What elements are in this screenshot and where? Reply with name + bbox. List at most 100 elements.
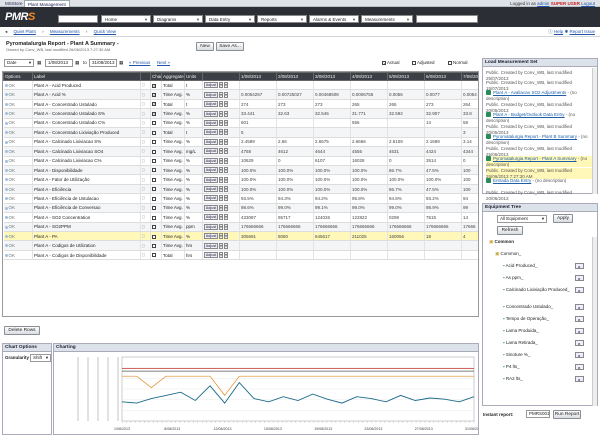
row-value[interactable]: 99.0% bbox=[350, 203, 388, 214]
checkbox-icon[interactable] bbox=[152, 187, 156, 192]
row-value[interactable]: 100.0% bbox=[424, 174, 462, 185]
info-icon[interactable]: ▯ bbox=[142, 205, 144, 210]
table-row[interactable]: OK Plant A - Disponibilidade ▯ Time Avg.% Ad… bbox=[3, 165, 478, 176]
row-chart-toggle[interactable] bbox=[150, 127, 162, 138]
row-value[interactable]: 93.5% bbox=[239, 193, 277, 204]
minus-icon[interactable]: ▾ bbox=[224, 195, 228, 202]
row-value[interactable]: 100.0% bbox=[239, 174, 277, 185]
previous-link[interactable]: « Previous bbox=[129, 59, 150, 67]
instant-report-input[interactable]: PMRS001 bbox=[526, 410, 550, 418]
row-chart-toggle[interactable] bbox=[150, 174, 162, 185]
info-icon[interactable]: ▯ bbox=[142, 120, 144, 125]
row-value[interactable] bbox=[276, 80, 314, 91]
info-icon[interactable]: ▯ bbox=[142, 252, 144, 257]
row-value[interactable] bbox=[387, 118, 425, 129]
minus-icon[interactable]: ▾ bbox=[224, 157, 228, 164]
table-row[interactable]: OK Plant A - Eficiência de Conversao ▯ Time… bbox=[3, 203, 478, 214]
row-value[interactable]: 100.0% bbox=[276, 174, 314, 185]
row-chart-toggle[interactable] bbox=[150, 165, 162, 176]
row-value[interactable]: 14 bbox=[424, 118, 462, 129]
minus-icon[interactable]: ▾ bbox=[224, 82, 228, 89]
info-icon[interactable]: ▯ bbox=[142, 129, 144, 134]
help-link[interactable]: Help bbox=[554, 29, 563, 34]
menu-reports[interactable]: Reports ▼ bbox=[257, 15, 307, 23]
row-value[interactable]: 124026 bbox=[313, 212, 351, 223]
row-value[interactable] bbox=[313, 250, 351, 261]
info-icon[interactable]: ▯ bbox=[142, 167, 144, 172]
adjust-button[interactable]: Adjust bbox=[204, 204, 218, 211]
apply-button[interactable]: Apply bbox=[553, 214, 573, 223]
table-row[interactable]: OK Plant A - Eficiência de Ustulacao ▯ Time… bbox=[3, 193, 478, 204]
col-date-1[interactable]: 1/08/2013 bbox=[239, 72, 277, 81]
table-row[interactable]: OK Plant A - Codigos de Utilization ▯ Time … bbox=[3, 240, 478, 251]
checkbox-icon[interactable] bbox=[152, 234, 156, 239]
minus-icon[interactable]: ▾ bbox=[224, 176, 228, 183]
tree-node[interactable]: ▪ P4 lts_ bbox=[503, 364, 571, 370]
row-value[interactable]: 176666666 bbox=[239, 222, 277, 233]
row-value[interactable]: 47.5% bbox=[424, 184, 462, 195]
checkbox-icon[interactable] bbox=[152, 225, 156, 230]
row-value[interactable]: 100 bbox=[461, 184, 478, 195]
row-value[interactable]: 176666666 bbox=[313, 222, 351, 233]
row-value[interactable] bbox=[313, 118, 351, 129]
row-value[interactable] bbox=[313, 240, 351, 251]
row-value[interactable]: 4758 bbox=[239, 146, 277, 157]
row-value[interactable]: 265 bbox=[387, 99, 425, 110]
plus-icon[interactable]: ▾ bbox=[219, 186, 223, 193]
minus-icon[interactable]: ▾ bbox=[224, 233, 228, 240]
minus-icon[interactable]: ▾ bbox=[224, 167, 228, 174]
crumb-quiet-plant[interactable]: Quiet Plant bbox=[14, 29, 36, 34]
row-value[interactable] bbox=[276, 118, 314, 129]
row-value[interactable]: 274 bbox=[239, 99, 277, 110]
row-value[interactable] bbox=[350, 250, 388, 261]
checkbox-icon[interactable] bbox=[152, 140, 156, 145]
row-options[interactable]: OK bbox=[3, 137, 33, 148]
row-value[interactable] bbox=[276, 127, 314, 138]
row-value[interactable]: 4612 bbox=[276, 146, 314, 157]
row-value[interactable]: 4 bbox=[461, 231, 478, 242]
row-value[interactable]: 2.1689 bbox=[424, 137, 462, 148]
adjust-button[interactable]: Adjust bbox=[204, 167, 218, 174]
row-value[interactable] bbox=[276, 240, 314, 251]
row-value[interactable]: 100.0% bbox=[387, 174, 425, 185]
tab-msstore[interactable]: MSStore bbox=[2, 0, 26, 7]
table-row[interactable]: OK Plant A - Concentrado Lixiviação Produ… bbox=[3, 127, 478, 138]
menu-alarms-events[interactable]: Alarms & Events ▼ bbox=[309, 15, 359, 23]
row-value[interactable] bbox=[239, 250, 277, 261]
plus-icon[interactable]: ▾ bbox=[219, 138, 223, 145]
logout-link[interactable]: Logout bbox=[581, 1, 595, 6]
minus-icon[interactable]: ▾ bbox=[224, 129, 228, 136]
row-value[interactable]: 8060 bbox=[276, 231, 314, 242]
plus-icon[interactable]: ▾ bbox=[219, 176, 223, 183]
plus-icon[interactable]: ▾ bbox=[219, 233, 223, 240]
checkbox-icon[interactable] bbox=[448, 60, 452, 65]
date-mode-select[interactable]: Date ▼ bbox=[4, 59, 34, 67]
row-value[interactable]: 100.0% bbox=[239, 165, 277, 176]
table-row[interactable]: OK Plant A - SO2PPM ▯ Time Avg. ppm Adjust ▾ ▾ 1… bbox=[3, 222, 478, 233]
plus-icon[interactable]: ▾ bbox=[219, 129, 223, 136]
row-value[interactable] bbox=[239, 80, 277, 91]
info-icon[interactable]: ▯ bbox=[142, 148, 144, 153]
row-value[interactable] bbox=[424, 250, 462, 261]
row-value[interactable]: 100.0% bbox=[350, 184, 388, 195]
tree-node[interactable]: ▪ Lama Retirada_ bbox=[503, 340, 571, 346]
row-value[interactable]: 100.0% bbox=[313, 174, 351, 185]
row-value[interactable]: 99.0% bbox=[387, 203, 425, 214]
adjust-button[interactable]: Adjust bbox=[204, 186, 218, 193]
row-value[interactable]: 4644 bbox=[313, 146, 351, 157]
measurement-set-item[interactable]: Plant A - Avaliacao SO2 Adjustments - (n… bbox=[486, 90, 592, 101]
info-icon[interactable]: ▯ bbox=[142, 177, 144, 182]
col-date-3[interactable]: 3/08/2013 bbox=[313, 72, 351, 81]
refresh-button[interactable]: Refresh bbox=[497, 226, 523, 235]
adjust-button[interactable]: Adjust bbox=[204, 110, 218, 117]
row-options[interactable]: OK bbox=[3, 193, 33, 204]
info-icon[interactable]: ▯ bbox=[142, 139, 144, 144]
menu-home[interactable]: Home ▼ bbox=[101, 15, 151, 23]
row-value[interactable]: 2.66 bbox=[276, 137, 314, 148]
adjust-button[interactable]: Adjust bbox=[204, 101, 218, 108]
plus-icon[interactable]: ▾ bbox=[219, 204, 223, 211]
tree-node[interactable]: ▣ Common bbox=[489, 239, 571, 245]
row-value[interactable]: 0.0056 bbox=[387, 89, 425, 100]
add-to-grid-button[interactable]: ▸ bbox=[575, 364, 584, 370]
row-value[interactable] bbox=[424, 240, 462, 251]
